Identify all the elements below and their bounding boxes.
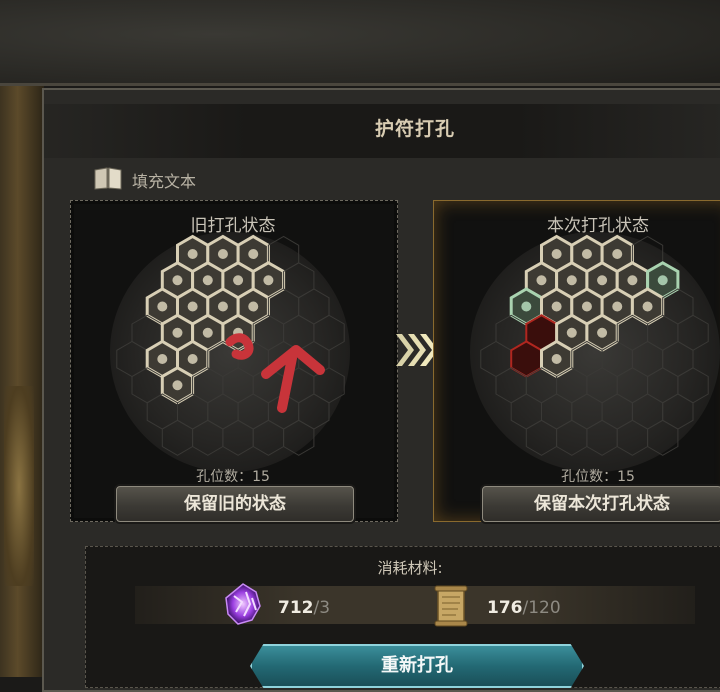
empty-socket xyxy=(556,419,588,456)
socket-gem xyxy=(657,275,668,286)
empty-socket xyxy=(571,393,603,430)
fill-text-label: 填充文本 xyxy=(132,172,197,191)
empty-socket xyxy=(541,393,573,430)
new-socket-grid xyxy=(480,234,709,456)
socket-gem xyxy=(597,275,608,286)
empty-socket xyxy=(283,262,315,299)
red-socket xyxy=(510,340,543,378)
socket-gem xyxy=(187,249,198,259)
socket-gem xyxy=(612,301,623,312)
socket-gem xyxy=(217,301,228,312)
socket-gem xyxy=(217,249,228,259)
scroll-amount: 176/120 xyxy=(487,598,561,618)
socket-gem xyxy=(612,249,623,259)
keep-old-state-button[interactable]: 保留旧的状态 xyxy=(116,486,354,522)
empty-socket xyxy=(677,314,709,351)
crystal-amount: 712/3 xyxy=(278,598,331,618)
socket-gem xyxy=(642,301,653,312)
keep-new-state-button[interactable]: 保留本次打孔状态 xyxy=(482,486,720,522)
book-icon xyxy=(94,167,122,190)
socket-gem xyxy=(202,327,213,338)
empty-socket xyxy=(586,419,618,456)
empty-socket xyxy=(222,419,254,456)
background-statue xyxy=(0,86,44,677)
socket-gem xyxy=(566,275,577,286)
reforge-button[interactable]: 重新打孔 xyxy=(250,644,584,688)
empty-socket xyxy=(631,340,664,378)
socket-gem xyxy=(202,275,213,286)
empty-socket xyxy=(662,393,694,430)
socket-gem xyxy=(157,301,168,312)
empty-socket xyxy=(647,419,679,456)
empty-socket xyxy=(586,367,618,404)
socket-gem xyxy=(187,301,198,312)
socket-gem xyxy=(157,354,168,364)
materials-row xyxy=(135,586,695,624)
socket-gem xyxy=(566,327,577,338)
empty-socket xyxy=(525,419,558,456)
empty-socket xyxy=(647,367,679,404)
background-top-band xyxy=(0,0,720,86)
socket-gem xyxy=(581,301,592,312)
socket-gem xyxy=(551,249,562,259)
socket-gem xyxy=(187,354,198,364)
socket-gem xyxy=(581,249,592,259)
socket-gem xyxy=(172,275,183,286)
empty-socket xyxy=(616,367,649,404)
dialog-title: 护符打孔 xyxy=(374,118,455,140)
empty-socket xyxy=(161,419,194,456)
empty-socket xyxy=(662,340,694,378)
socket-gem xyxy=(597,327,608,338)
old-hole-count: 孔位数：15 xyxy=(196,469,270,485)
empty-socket xyxy=(631,393,664,430)
socket-gem xyxy=(248,249,259,259)
empty-socket xyxy=(283,419,315,456)
red-arrow-annotation xyxy=(225,333,325,413)
purple-crystal-icon xyxy=(225,583,261,625)
socket-gem xyxy=(263,275,274,286)
materials-title: 消耗材料: xyxy=(377,559,443,577)
empty-socket xyxy=(116,340,148,378)
socket-gem xyxy=(233,275,244,286)
socket-gem xyxy=(536,275,547,286)
socket-gem xyxy=(551,301,562,312)
socket-gem xyxy=(551,354,562,364)
empty-socket xyxy=(677,367,709,404)
empty-socket xyxy=(601,393,633,430)
socket-gem xyxy=(627,275,638,286)
socket-gem xyxy=(521,301,532,312)
empty-socket xyxy=(192,419,224,456)
scroll-icon xyxy=(434,585,468,627)
empty-socket xyxy=(616,419,649,456)
new-hole-count: 孔位数：15 xyxy=(561,469,635,485)
socket-gem xyxy=(172,380,183,391)
socket-gem xyxy=(172,327,183,338)
empty-socket xyxy=(298,288,330,325)
socket-gem xyxy=(248,301,259,312)
empty-socket xyxy=(510,393,542,430)
empty-socket xyxy=(480,340,512,378)
empty-socket xyxy=(252,419,285,456)
